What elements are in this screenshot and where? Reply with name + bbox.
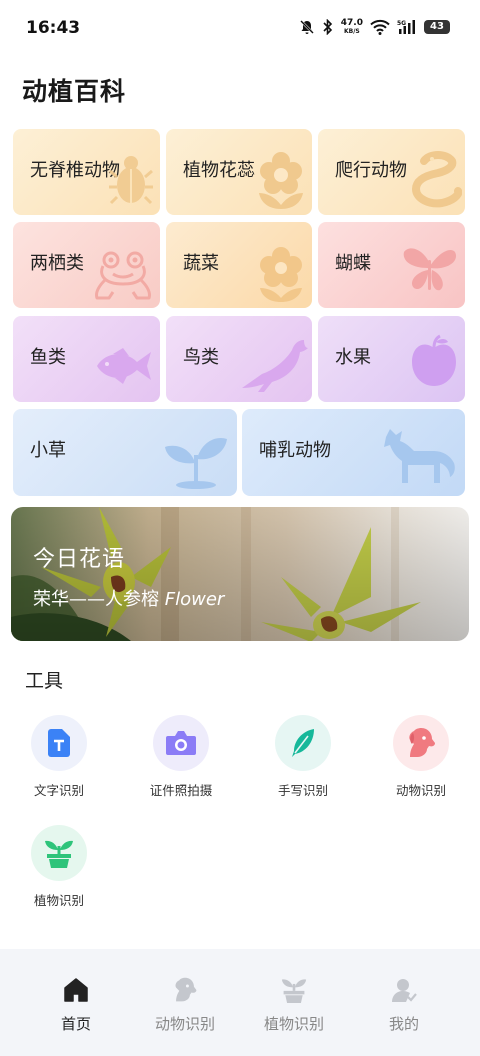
category-label: 植物花蕊	[183, 160, 255, 181]
status-bar: 16:43 47.0 KB/S 5G 43	[0, 0, 480, 56]
category-card-reptiles[interactable]: 爬行动物	[318, 129, 465, 215]
signal-type: 5G	[397, 20, 406, 27]
net-speed-unit: KB/S	[344, 28, 360, 35]
status-icons: 47.0 KB/S 5G 43	[299, 16, 450, 38]
feather-icon	[292, 729, 314, 757]
wifi-icon	[370, 19, 390, 35]
category-label: 爬行动物	[335, 160, 407, 181]
tool-icon-circle	[393, 715, 449, 771]
bell-muted-icon	[299, 20, 314, 34]
category-card-grass[interactable]: 小草	[13, 409, 237, 496]
fish-icon	[97, 348, 151, 384]
tool-plant-recognition[interactable]: 植物识别	[11, 825, 107, 909]
category-label: 无脊椎动物	[30, 160, 120, 181]
category-label: 蔬菜	[183, 253, 219, 274]
flower-of-the-day-banner[interactable]: 今日花语 荣华——人参榕 Flower	[11, 507, 469, 641]
category-label: 小草	[30, 440, 66, 461]
nav-label: 我的	[388, 1015, 419, 1033]
tools-section-title: 工具	[25, 670, 64, 692]
nav-item-animal-recognition[interactable]: 动物识别	[135, 977, 235, 1034]
fox-icon	[384, 429, 455, 483]
banner-subtitle-text: 荣华——人参榕	[33, 589, 165, 610]
category-card-fruits[interactable]: 水果	[318, 316, 465, 402]
nav-item-plant-recognition[interactable]: 植物识别	[244, 977, 344, 1034]
butterfly-icon	[403, 248, 456, 291]
dog-icon	[175, 977, 197, 1002]
nav-label: 动物识别	[154, 1015, 215, 1033]
banner-subtitle: 荣华——人参榕 Flower	[33, 585, 224, 611]
dog-icon	[409, 727, 435, 757]
apple-icon	[412, 334, 456, 386]
home-icon	[64, 978, 88, 1002]
bluetooth-icon	[323, 19, 332, 35]
category-label: 水果	[335, 347, 371, 368]
nav-label: 首页	[60, 1015, 91, 1033]
category-label: 鸟类	[183, 347, 219, 368]
category-card-vegetables[interactable]: 蔬菜	[166, 222, 312, 308]
banner-subtitle-en: Flower	[164, 589, 225, 610]
tool-icon-circle	[275, 715, 331, 771]
nav-item-profile[interactable]: 我的	[354, 977, 454, 1034]
sprout-icon	[165, 437, 227, 489]
nav-item-home[interactable]: 首页	[26, 977, 126, 1034]
category-label: 两栖类	[30, 253, 84, 274]
tool-icon-circle	[31, 825, 87, 881]
tool-handwriting-recognition[interactable]: 手写识别	[255, 715, 351, 799]
text-recognition-icon	[48, 729, 70, 757]
category-label: 哺乳动物	[259, 440, 331, 461]
nav-label: 植物识别	[263, 1015, 324, 1033]
tool-label: 动物识别	[395, 783, 446, 798]
flower-icon	[259, 152, 303, 209]
tool-icon-circle	[31, 715, 87, 771]
net-speed-value: 47.0	[340, 18, 363, 28]
category-label: 鱼类	[30, 347, 66, 368]
potted-plant-icon	[45, 840, 73, 868]
category-card-flowers[interactable]: 植物花蕊	[166, 129, 312, 215]
tool-label: 文字识别	[33, 783, 84, 798]
category-label: 蝴蝶	[335, 253, 371, 274]
category-card-fish[interactable]: 鱼类	[13, 316, 160, 402]
category-card-mammals[interactable]: 哺乳动物	[242, 409, 465, 496]
tool-id-photo[interactable]: 证件照拍摄	[133, 715, 229, 799]
tool-animal-recognition[interactable]: 动物识别	[373, 715, 469, 799]
status-time: 16:43	[26, 18, 81, 38]
banner-title: 今日花语	[33, 547, 126, 572]
tool-icon-circle	[153, 715, 209, 771]
camera-icon	[166, 731, 196, 755]
tool-label: 手写识别	[277, 783, 328, 798]
category-card-amphibians[interactable]: 两栖类	[13, 222, 160, 308]
user-icon	[392, 979, 417, 1002]
category-card-butterflies[interactable]: 蝴蝶	[318, 222, 465, 308]
category-card-birds[interactable]: 鸟类	[166, 316, 312, 402]
tool-text-recognition[interactable]: 文字识别	[11, 715, 107, 799]
vegetable-flower-icon	[260, 247, 302, 302]
bird-icon	[242, 340, 308, 392]
beetle-icon	[109, 156, 153, 205]
battery-indicator: 43	[424, 20, 450, 34]
snake-icon	[411, 151, 462, 208]
category-card-invertebrates[interactable]: 无脊椎动物	[13, 129, 160, 215]
orchid-photo	[11, 507, 469, 641]
signal-icon: 5G	[397, 20, 415, 34]
frog-icon	[95, 251, 151, 300]
tool-label: 植物识别	[33, 893, 84, 908]
plant-icon	[281, 979, 307, 1003]
net-speed: 47.0 KB/S	[340, 18, 363, 36]
app-title: 动植百科	[22, 77, 127, 106]
tool-label: 证件照拍摄	[149, 783, 213, 798]
bottom-nav: 首页 动物识别 植物识别 我的	[0, 949, 480, 1056]
